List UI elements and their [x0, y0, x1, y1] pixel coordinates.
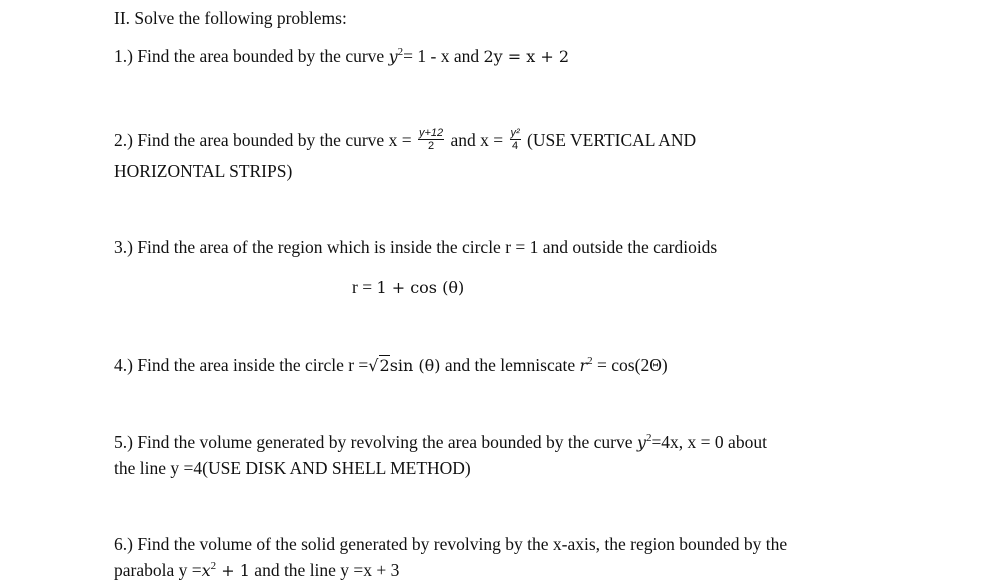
parabola-base: x [201, 561, 211, 580]
fraction-numerator: y+12 [417, 127, 445, 141]
equation-rest: = 1 - x and [403, 46, 484, 66]
problem-text: Find the volume of the solid generated b… [137, 534, 788, 554]
equation-line: 2y = x + 2 [483, 47, 570, 66]
problem-6: 6.) Find the volume of the solid generat… [114, 533, 787, 555]
problem-5: 5.) Find the volume generated by revolvi… [114, 431, 767, 454]
cardioid-equation: 1 + cos (θ) [376, 278, 465, 297]
fraction-2: y² 4 [509, 127, 521, 153]
equation-prefix: r = [352, 277, 377, 297]
problem-4: 4.) Find the area inside the circle r =√… [114, 354, 668, 377]
equation-base: y [636, 433, 646, 452]
problem-number: 3.) [114, 237, 133, 257]
problem-text: Find the area of the region which is ins… [137, 237, 718, 257]
square-root: √2 [368, 355, 390, 375]
radicand: 2 [378, 355, 390, 375]
problem-text: (USE VERTICAL AND [522, 130, 697, 150]
problem-3: 3.) Find the area of the region which is… [114, 236, 717, 258]
problem-text: and the line y =x + 3 [249, 560, 400, 580]
problem-text: Find the area bounded by the curve [137, 46, 389, 66]
problem-number: 1.) [114, 46, 133, 66]
problem-text: Find the area bounded by the curve x = [137, 130, 416, 150]
parabola-rest: + 1 [216, 561, 250, 580]
section-heading: II. Solve the following problems: [114, 8, 347, 28]
problem-text: Find the area inside the circle r = [137, 355, 369, 375]
problem-text: and x = [446, 130, 508, 150]
problem-2-line-2: HORIZONTAL STRIPS) [114, 161, 293, 181]
problem-text: and the lemniscate [440, 355, 580, 375]
problem-2: 2.) Find the area bounded by the curve x… [114, 127, 697, 154]
fraction-denominator: 4 [512, 140, 519, 153]
problem-number: 6.) [114, 534, 133, 554]
problem-6-line-2: parabola y =x2 + 1 and the line y =x + 3 [114, 559, 399, 582]
fraction-numerator: y² [509, 127, 521, 141]
equation-rest: =4x, x = 0 about [651, 432, 767, 452]
problem-number: 2.) [114, 130, 133, 150]
problem-number: 5.) [114, 432, 133, 452]
equation-base: y [388, 47, 398, 66]
fraction-denominator: 2 [427, 140, 435, 153]
problem-text: parabola y = [114, 560, 202, 580]
problem-5-line-2: the line y =4(USE DISK AND SHELL METHOD) [114, 458, 471, 478]
sin-term: sin (θ) [389, 356, 441, 375]
problem-3-equation: r = 1 + cos (θ) [352, 276, 464, 299]
lemniscate-rest: = cos(2Θ) [592, 355, 668, 375]
problem-text: Find the volume generated by revolving t… [137, 432, 637, 452]
problem-number: 4.) [114, 355, 133, 375]
fraction-1: y+12 2 [417, 127, 445, 153]
problem-1: 1.) Find the area bounded by the curve y… [114, 45, 569, 68]
